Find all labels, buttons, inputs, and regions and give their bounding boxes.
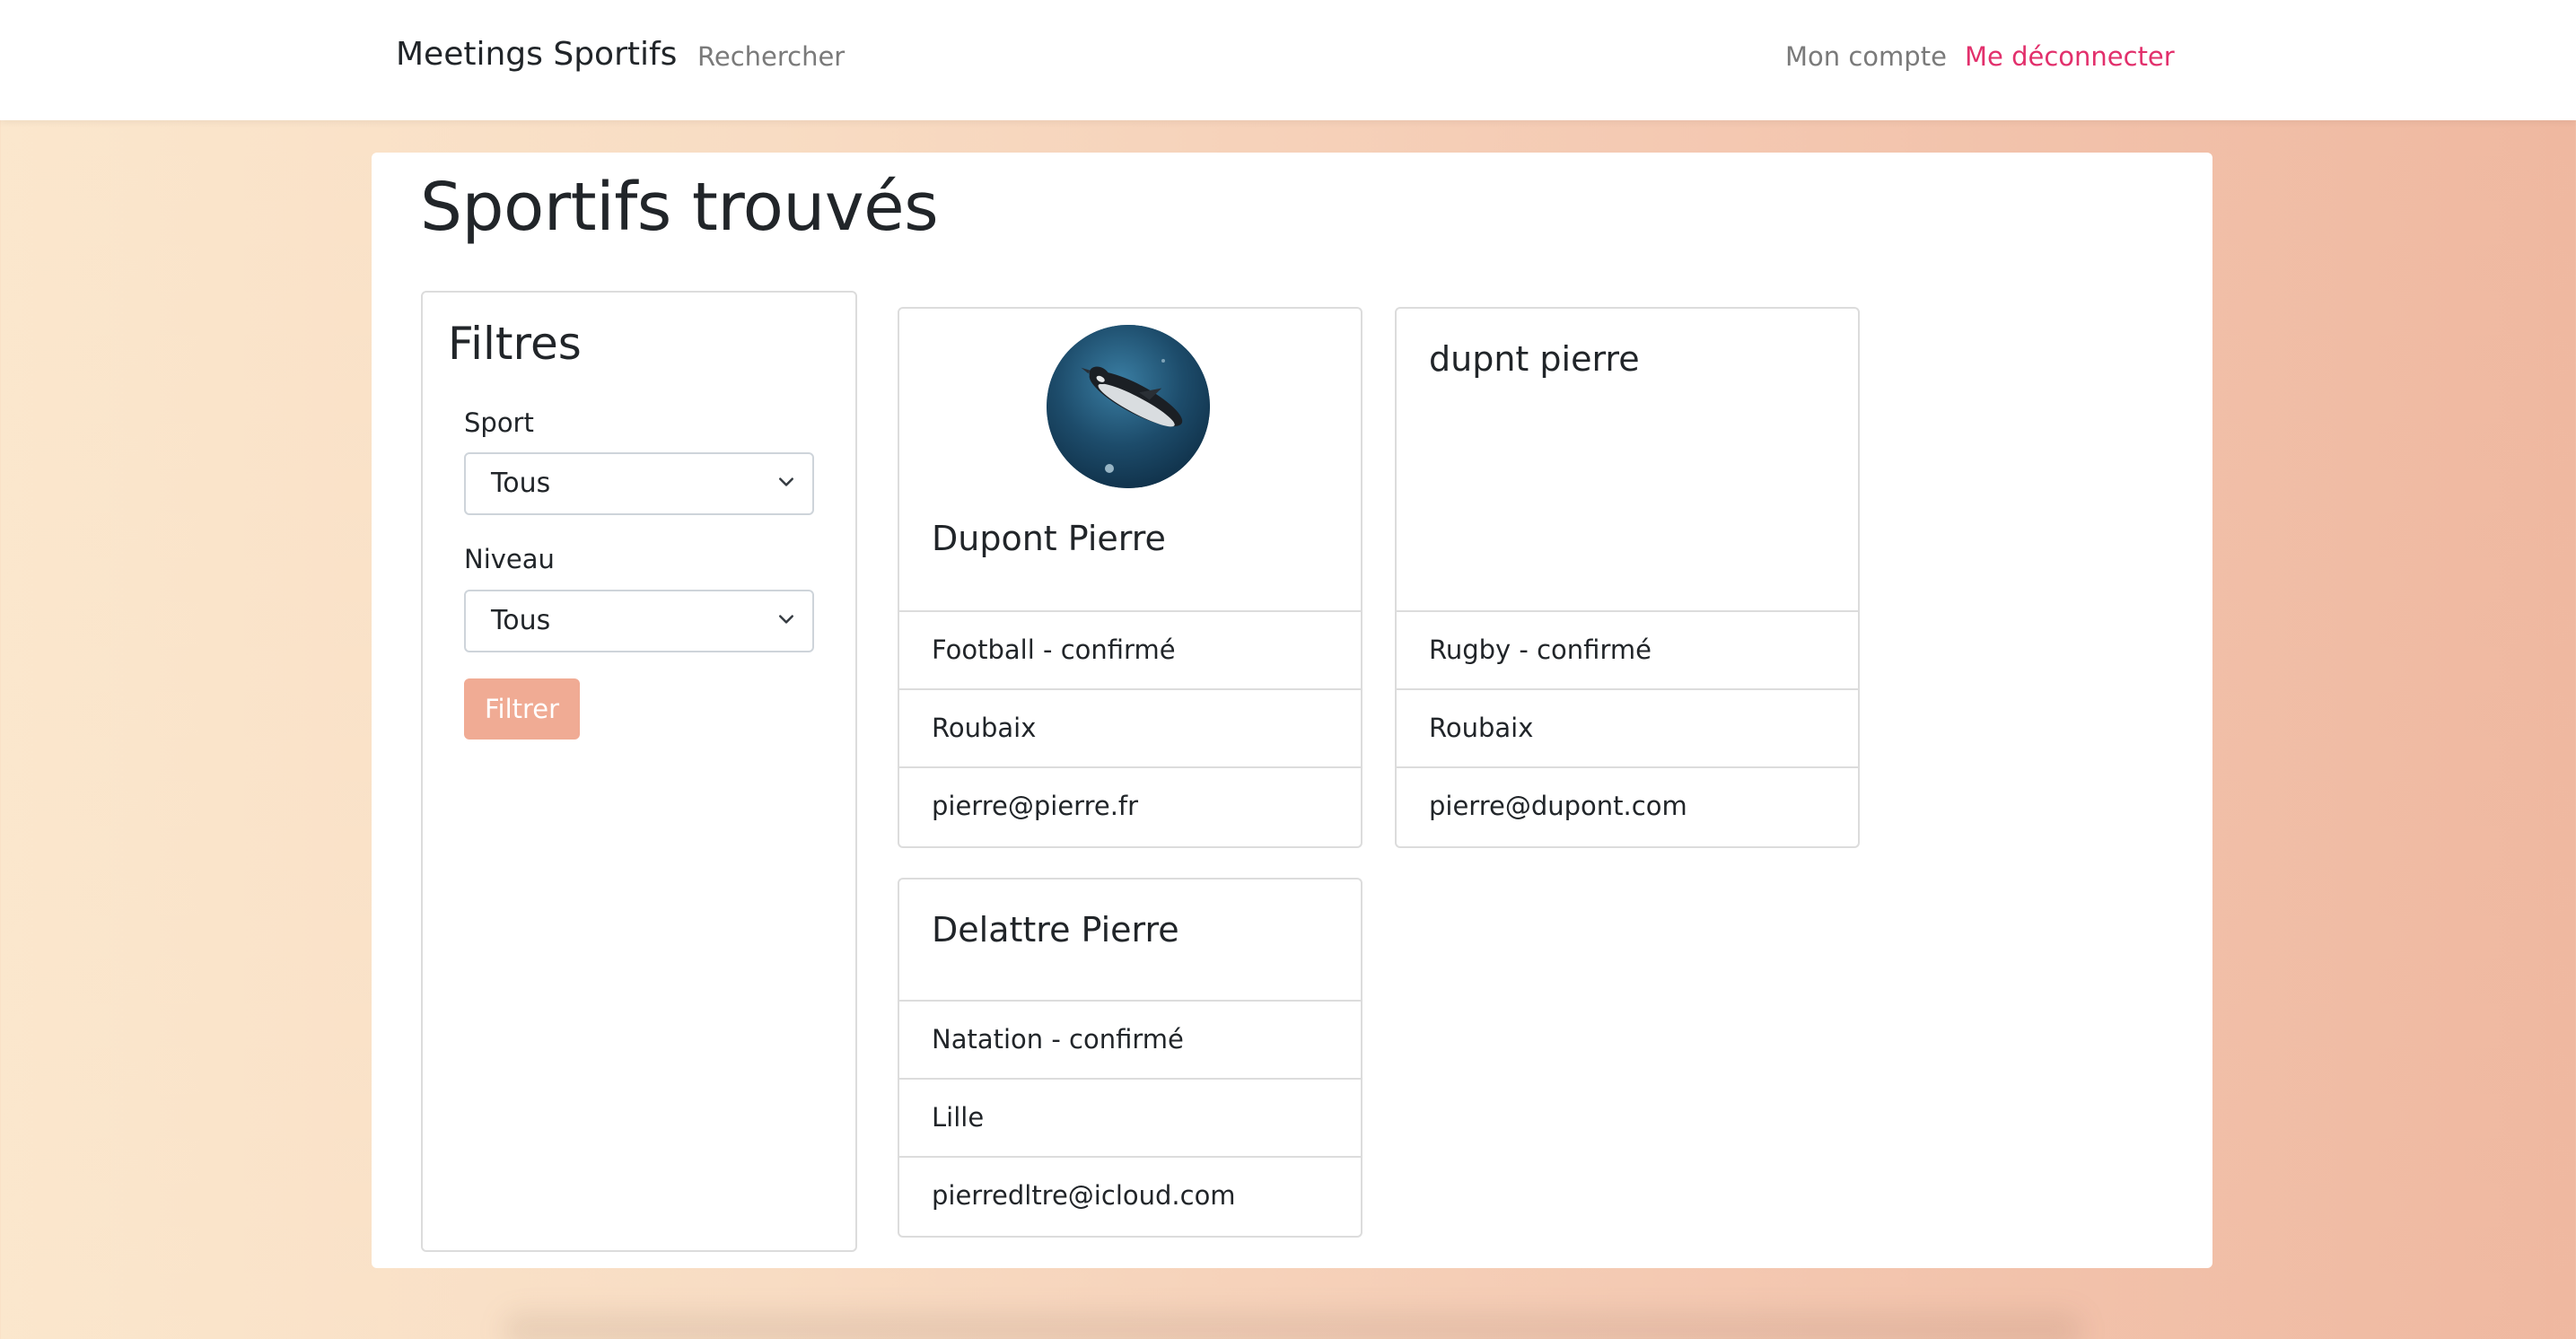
nav-search-link[interactable]: Rechercher (697, 41, 845, 72)
athlete-city: Lille (899, 1080, 1361, 1158)
level-select-value: Tous (491, 605, 551, 636)
level-label: Niveau (464, 544, 555, 574)
athlete-name: dupnt pierre (1429, 339, 1640, 379)
main-container: Sportifs trouvés Filtres Sport Tous Nive… (372, 153, 2212, 1268)
chevron-down-icon (779, 615, 793, 624)
athlete-name: Delattre Pierre (932, 910, 1179, 950)
athlete-email: pierre@pierre.fr (932, 791, 1139, 821)
avatar (1047, 325, 1210, 488)
level-select[interactable]: Tous (464, 590, 814, 652)
top-navbar: Meetings Sportifs Rechercher Mon compte … (0, 0, 2576, 120)
athlete-card: Delattre Pierre Natation - confirmé Lill… (898, 878, 1362, 1238)
penguin-photo-icon (1047, 325, 1210, 488)
athlete-city: Roubaix (899, 690, 1361, 768)
athlete-sport-level: Rugby - confirmé (1397, 612, 1858, 690)
athlete-city: Roubaix (1397, 690, 1858, 768)
athlete-sport-level: Natation - confirmé (899, 1002, 1361, 1080)
filters-title: Filtres (448, 318, 582, 370)
athlete-sport-level: Football - confirmé (899, 612, 1361, 690)
card-header: Delattre Pierre (899, 880, 1361, 1002)
page-title: Sportifs trouvés (420, 169, 939, 246)
card-header: dupnt pierre (1397, 309, 1858, 612)
athlete-card: Dupont Pierre Football - confirmé Roubai… (898, 307, 1362, 848)
brand-link[interactable]: Meetings Sportifs (396, 36, 677, 73)
athlete-card: dupnt pierre Rugby - confirmé Roubaix pi… (1395, 307, 1860, 848)
athlete-name: Dupont Pierre (932, 519, 1166, 558)
sport-select-value: Tous (491, 468, 551, 499)
athlete-email: pierredltre@icloud.com (932, 1180, 1236, 1211)
filter-button[interactable]: Filtrer (464, 678, 580, 740)
chevron-down-icon (779, 477, 793, 486)
nav-account-link[interactable]: Mon compte (1785, 41, 1947, 72)
nav-logout-link[interactable]: Me déconnecter (1965, 41, 2175, 72)
filters-panel: Filtres Sport Tous Niveau Tous Filtrer (421, 291, 857, 1252)
sport-label: Sport (464, 407, 534, 438)
page-bottom-shadow (503, 1312, 2082, 1339)
card-header: Dupont Pierre (899, 309, 1361, 612)
athlete-email: pierre@dupont.com (1429, 791, 1687, 821)
sport-select[interactable]: Tous (464, 452, 814, 515)
